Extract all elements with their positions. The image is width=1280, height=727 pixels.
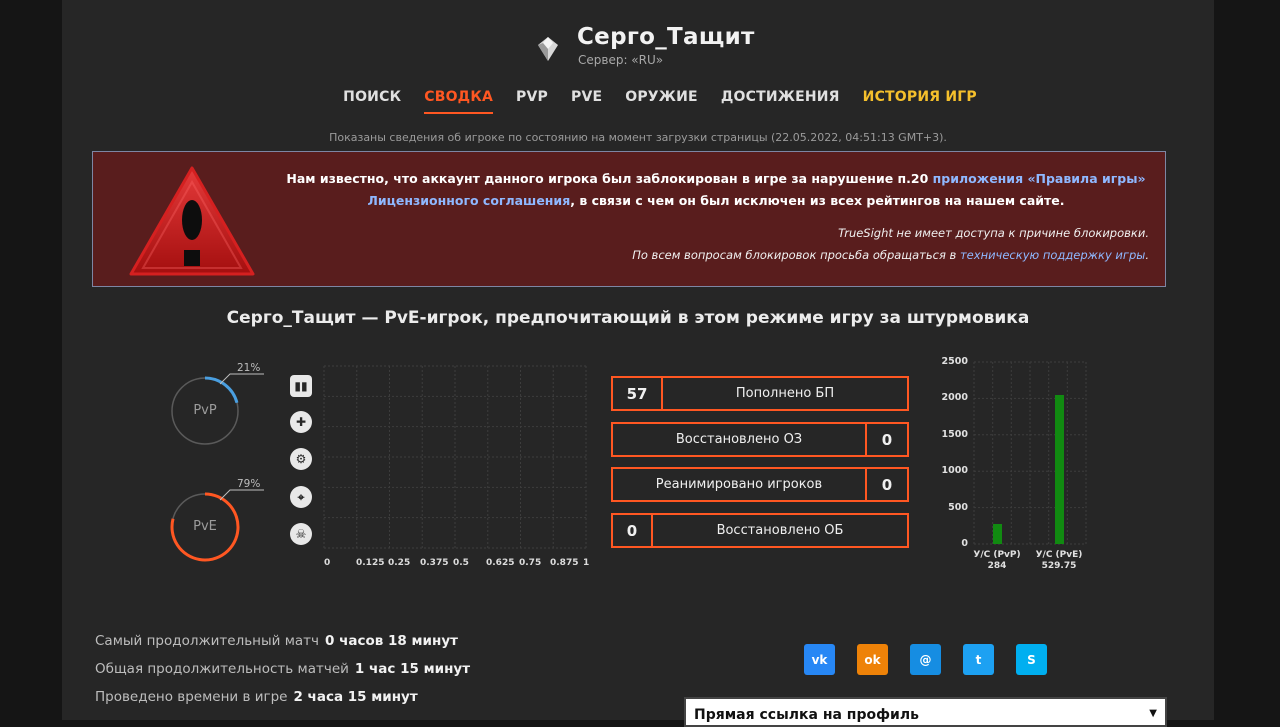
vk-share-button[interactable]: vk <box>804 644 835 675</box>
stat-value: 1 час 15 минут <box>354 661 471 677</box>
stat-value: 0 <box>865 469 907 500</box>
matrix-tick: 0.625 <box>486 558 515 568</box>
time-in-game: Проведено времени в игре 2 часа 15 минут <box>95 689 418 705</box>
y-tick-label: 0 <box>961 538 968 549</box>
twitter-share-button[interactable]: t <box>963 644 994 675</box>
tab-pvp[interactable]: PVP <box>516 89 548 114</box>
y-tick-label: 500 <box>948 501 968 513</box>
matrix-tick: 0 <box>324 558 331 568</box>
ban-notes: TrueSight не имеет доступа к причине бло… <box>632 222 1149 266</box>
stat-label: Самый продолжительный матч <box>95 633 320 649</box>
game-rules-link[interactable]: приложения «Правила игры» <box>933 171 1146 186</box>
page-container: Серго_Тащит Сервер: «RU» ПОИСК СВОДКА PV… <box>62 0 1214 727</box>
class-matrix-grid <box>323 365 587 550</box>
stat-label: Восстановлено ОБ <box>716 523 844 538</box>
pvp-donut-label: PvP <box>193 403 217 418</box>
odnoklassniki-icon: ok <box>864 652 881 667</box>
pve-donut-label: PvE <box>193 519 217 534</box>
skype-icon: S <box>1027 652 1036 667</box>
vk-icon: vk <box>811 652 828 667</box>
player-summary-headline: Серго_Тащит — PvE-игрок, предпочитающий … <box>226 308 1030 328</box>
profile-link-value: Прямая ссылка на профиль <box>694 707 919 723</box>
tab-achievements[interactable]: ДОСТИЖЕНИЯ <box>721 89 840 114</box>
stat-players-revived: Реанимировано игроков 0 <box>611 467 909 502</box>
ban-note-2-suffix: . <box>1145 248 1149 262</box>
total-match-duration: Общая продолжительность матчей 1 час 15 м… <box>95 661 470 677</box>
license-agreement-link[interactable]: Лицензионного соглашения <box>367 193 570 208</box>
sed-icon: ☠ <box>290 523 312 545</box>
pve-pointer <box>219 489 264 501</box>
logo-icon <box>538 37 558 61</box>
x-category-label: У/С (PvE) 529.75 <box>1029 550 1089 572</box>
ban-text-1: Нам известно, что аккаунт данного игрока… <box>286 171 933 186</box>
matrix-tick: 0.125 <box>356 558 385 568</box>
tab-pve[interactable]: PVE <box>571 89 602 114</box>
stat-health-restored: Восстановлено ОЗ 0 <box>611 422 909 457</box>
category-name: У/С (PvP) <box>973 550 1021 560</box>
y-tick-label: 1500 <box>941 428 968 440</box>
x-category-label: У/С (PvP) 284 <box>967 550 1027 572</box>
stat-value: 0 <box>613 515 653 546</box>
stat-value: 0 <box>865 424 907 455</box>
ok-share-button[interactable]: ok <box>857 644 888 675</box>
stat-ammo-refilled: 57 Пополнено БП <box>611 376 909 411</box>
moimir-icon: @ <box>919 652 932 667</box>
matrix-tick: 1 <box>583 558 590 568</box>
y-tick-label: 2500 <box>941 356 968 367</box>
kd-chart-grid <box>973 361 1087 545</box>
medic-icon: ✚ <box>290 411 312 433</box>
y-tick-label: 1000 <box>941 465 968 477</box>
warning-icon <box>129 166 255 276</box>
pvp-percent: 21% <box>237 362 261 374</box>
skype-share-button[interactable]: S <box>1016 644 1047 675</box>
stat-value: 0 часов 18 минут <box>325 633 458 649</box>
moimir-share-button[interactable]: @ <box>910 644 941 675</box>
category-name: У/С (PvE) <box>1035 550 1083 560</box>
category-value: 529.75 <box>1041 561 1077 571</box>
engineer-icon: ⚙ <box>290 448 312 470</box>
matrix-tick: 0.875 <box>550 558 579 568</box>
ban-note-2-prefix: По всем вопросам блокировок просьба обра… <box>632 248 960 262</box>
pve-percent: 79% <box>237 478 261 490</box>
category-value: 284 <box>987 561 1007 571</box>
longest-match: Самый продолжительный матч 0 часов 18 мин… <box>95 633 458 649</box>
chart-bar <box>993 524 1002 544</box>
load-info: Показаны сведения об игроке по состоянию… <box>329 131 947 144</box>
support-link[interactable]: техническую поддержку игры <box>960 248 1145 262</box>
stat-value: 57 <box>613 378 663 409</box>
ban-message: Нам известно, что аккаунт данного игрока… <box>283 168 1149 212</box>
ban-text-2: , в связи с чем он был исключен из всех … <box>570 193 1065 208</box>
tab-game-history[interactable]: ИСТОРИЯ ИГР <box>863 89 977 114</box>
rifleman-icon: ▮▮ <box>290 375 312 397</box>
stat-label: Реанимировано игроков <box>655 477 823 492</box>
pvp-pointer <box>219 373 264 385</box>
ban-note-1: TrueSight не имеет доступа к причине бло… <box>838 226 1149 240</box>
ban-notice: Нам известно, что аккаунт данного игрока… <box>92 151 1166 287</box>
matrix-tick: 0.5 <box>453 558 469 568</box>
stat-label: Пополнено БП <box>735 386 835 401</box>
tab-weapons[interactable]: ОРУЖИЕ <box>625 89 698 114</box>
stat-armor-restored: 0 Восстановлено ОБ <box>611 513 909 548</box>
chevron-down-icon: ▼ <box>1149 708 1157 719</box>
y-tick-label: 2000 <box>941 392 968 404</box>
stat-label: Восстановлено ОЗ <box>675 432 803 447</box>
matrix-tick: 0.75 <box>519 558 542 568</box>
profile-link-select[interactable]: Прямая ссылка на профиль ▼ <box>684 697 1167 727</box>
server-label: Сервер: «RU» <box>578 53 664 67</box>
twitter-icon: t <box>975 652 982 667</box>
tab-summary[interactable]: СВОДКА <box>424 89 494 114</box>
matrix-tick: 0.25 <box>388 558 411 568</box>
player-name: Серго_Тащит <box>577 24 755 50</box>
chart-bar <box>1055 394 1064 544</box>
ban-note-2: По всем вопросам блокировок просьба обра… <box>632 244 1149 266</box>
stat-value: 2 часа 15 минут <box>293 689 418 705</box>
stat-label: Общая продолжительность матчей <box>95 661 349 677</box>
sniper-icon: ⌖ <box>290 486 312 508</box>
matrix-tick: 0.375 <box>420 558 449 568</box>
main-nav: ПОИСК СВОДКА PVP PVE ОРУЖИЕ ДОСТИЖЕНИЯ И… <box>62 89 1214 114</box>
tab-search[interactable]: ПОИСК <box>343 89 401 114</box>
stat-label: Проведено времени в игре <box>95 689 288 705</box>
